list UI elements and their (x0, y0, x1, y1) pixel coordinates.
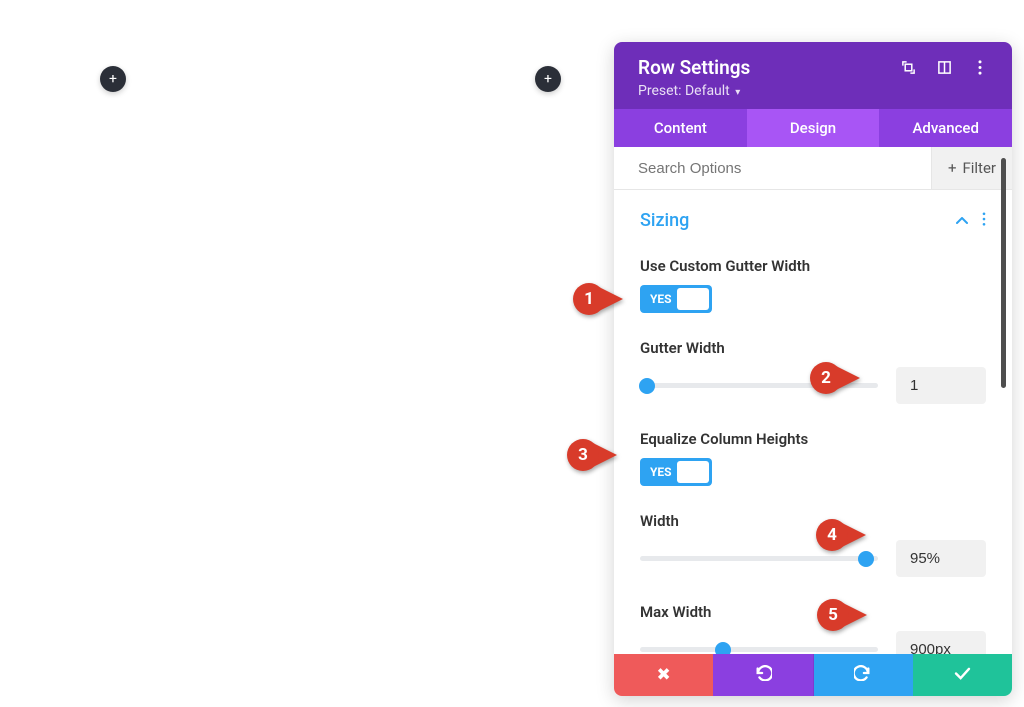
check-icon (954, 665, 971, 685)
label-width: Width (640, 512, 986, 530)
search-row: + Filter (614, 147, 1012, 190)
input-max-width[interactable] (896, 631, 986, 654)
toggle-custom-gutter-text: YES (650, 292, 672, 306)
callout-1: 1 (573, 283, 623, 315)
expand-icon[interactable] (900, 60, 916, 76)
preset-selector[interactable]: Preset: Default ▾ (638, 83, 988, 99)
field-width: Width (622, 494, 1004, 585)
redo-icon (854, 665, 872, 686)
label-gutter-width: Gutter Width (640, 339, 986, 357)
undo-icon (754, 665, 772, 686)
filter-label: Filter (962, 159, 996, 177)
add-module-button-left[interactable]: + (100, 66, 126, 92)
snap-icon[interactable] (936, 60, 952, 76)
slider-thumb[interactable] (639, 378, 655, 394)
toggle-equalize[interactable]: YES (640, 458, 712, 486)
tab-advanced[interactable]: Advanced (879, 109, 1012, 147)
input-gutter-width[interactable] (896, 367, 986, 404)
callout-2: 2 (810, 362, 860, 394)
scrollbar[interactable] (1001, 158, 1006, 388)
toggle-knob (677, 288, 709, 310)
callout-bubble: 4 (816, 519, 848, 551)
action-bar: ✖ (614, 654, 1012, 696)
toggle-equalize-text: YES (650, 465, 672, 479)
toggle-knob (677, 461, 709, 483)
add-module-button-right[interactable]: + (535, 66, 561, 92)
chevron-down-icon: ▾ (735, 87, 740, 98)
toggle-custom-gutter[interactable]: YES (640, 285, 712, 313)
undo-button[interactable] (713, 654, 813, 696)
field-max-width: Max Width (622, 585, 1004, 654)
tab-design[interactable]: Design (747, 109, 880, 147)
callout-bubble: 3 (567, 439, 599, 471)
slider-width[interactable] (640, 549, 878, 569)
callout-5: 5 (817, 599, 867, 631)
slider-max-width[interactable] (640, 640, 878, 655)
field-custom-gutter: Use Custom Gutter Width YES (622, 239, 1004, 321)
section-more-icon[interactable] (982, 212, 986, 230)
tabs: Content Design Advanced (614, 109, 1012, 147)
label-equalize: Equalize Column Heights (640, 430, 986, 448)
save-button[interactable] (913, 654, 1012, 696)
panel-title: Row Settings (638, 56, 750, 79)
filter-button[interactable]: + Filter (931, 147, 1012, 189)
slider-thumb[interactable] (715, 642, 731, 655)
redo-button[interactable] (814, 654, 913, 696)
slider-thumb[interactable] (858, 551, 874, 567)
section-sizing-header[interactable]: Sizing (622, 202, 1004, 239)
section-title: Sizing (640, 210, 689, 231)
more-icon[interactable] (972, 60, 988, 76)
cancel-button[interactable]: ✖ (614, 654, 713, 696)
label-custom-gutter: Use Custom Gutter Width (640, 257, 986, 275)
close-icon: ✖ (657, 665, 671, 685)
panel-body: Sizing Use Custom Gutter Width YES Gutte… (614, 190, 1012, 654)
callout-3: 3 (567, 439, 617, 471)
input-width[interactable] (896, 540, 986, 577)
plus-icon: + (948, 159, 957, 177)
callout-bubble: 5 (817, 599, 849, 631)
preset-label: Preset: Default (638, 83, 730, 99)
field-equalize: Equalize Column Heights YES (622, 412, 1004, 494)
panel-header: Row Settings Preset: Default ▾ (614, 42, 1012, 109)
callout-4: 4 (816, 519, 866, 551)
tab-content[interactable]: Content (614, 109, 747, 147)
callout-bubble: 2 (810, 362, 842, 394)
callout-bubble: 1 (573, 283, 605, 315)
chevron-up-icon[interactable] (956, 213, 968, 229)
label-max-width: Max Width (640, 603, 986, 621)
search-input[interactable] (614, 148, 931, 189)
